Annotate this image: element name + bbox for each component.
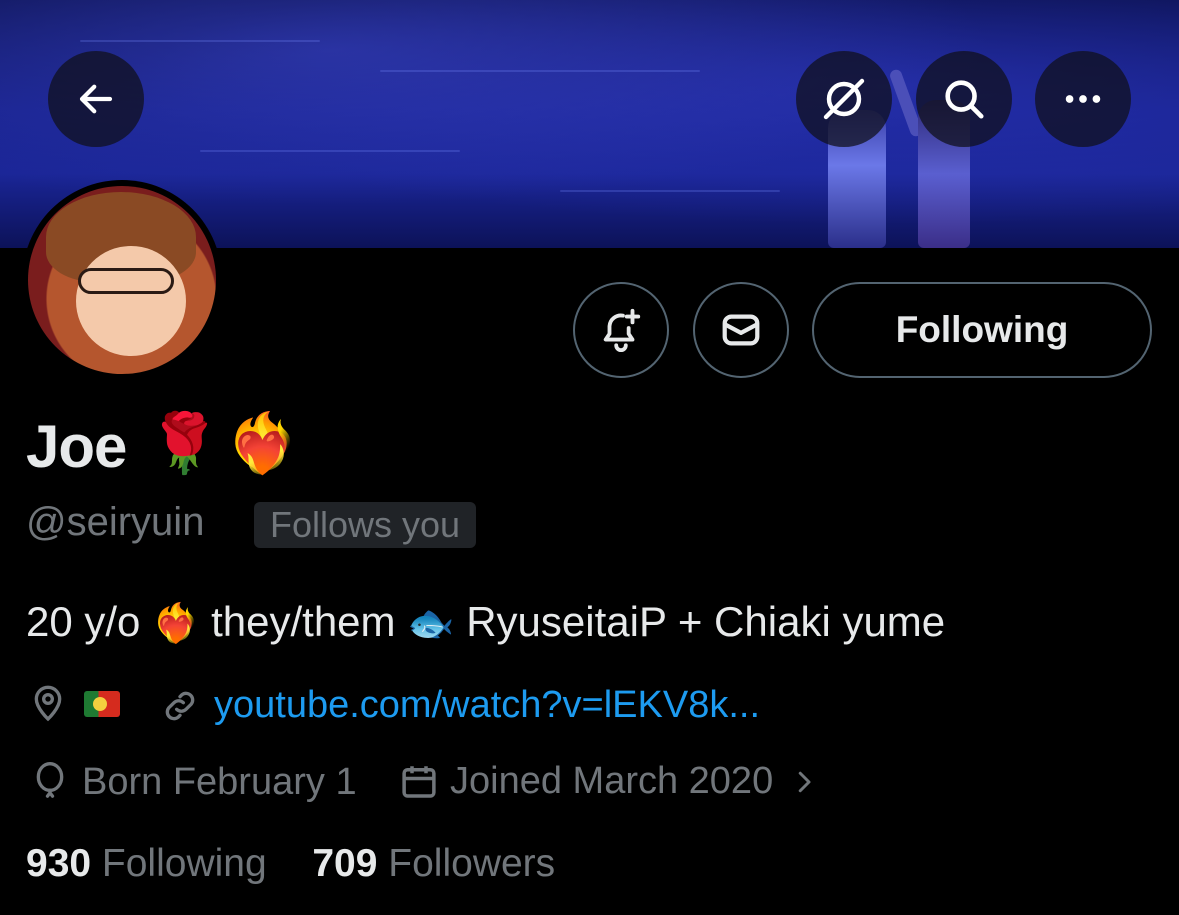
portugal-flag-icon bbox=[84, 691, 120, 717]
arrow-left-icon bbox=[79, 84, 113, 114]
notifications-button[interactable] bbox=[573, 282, 669, 378]
location-row bbox=[28, 684, 120, 724]
follows-you-badge: Follows you bbox=[254, 502, 477, 548]
birthday-text: Born February 1 bbox=[82, 760, 357, 803]
following-count: 930 bbox=[26, 842, 92, 885]
followers-count: 709 bbox=[312, 842, 378, 885]
banner-streak bbox=[560, 190, 780, 192]
calendar-icon bbox=[402, 765, 436, 798]
joined-text: Joined March 2020 bbox=[450, 760, 774, 802]
avatar-glasses bbox=[78, 268, 174, 294]
following-label: Following bbox=[101, 842, 267, 885]
back-button[interactable] bbox=[48, 51, 144, 147]
fish-emoji: 🐟 bbox=[407, 603, 455, 645]
avatar-image bbox=[28, 186, 216, 374]
banner-streak bbox=[200, 150, 460, 152]
envelope-icon bbox=[722, 314, 760, 346]
followers-label: Followers bbox=[388, 842, 556, 885]
bio-pronouns: they/them bbox=[211, 598, 396, 645]
bio-age: 20 y/o bbox=[26, 598, 141, 645]
link-icon bbox=[165, 691, 195, 720]
birthday-row: Born February 1 bbox=[30, 760, 357, 804]
followers-stat[interactable]: 709 Followers bbox=[312, 842, 555, 885]
grok-icon bbox=[823, 78, 865, 120]
banner-streak bbox=[80, 40, 320, 42]
more-icon bbox=[1065, 95, 1101, 103]
avatar[interactable] bbox=[22, 180, 222, 380]
bell-plus-icon bbox=[603, 308, 641, 352]
message-button[interactable] bbox=[693, 282, 789, 378]
website-row[interactable]: youtube.com/watch?v=lEKV8k... bbox=[160, 684, 760, 727]
search-button[interactable] bbox=[916, 51, 1012, 147]
location-pin-icon bbox=[34, 685, 62, 722]
search-icon bbox=[945, 80, 984, 119]
bio: 20 y/o ❤️‍🔥 they/them 🐟 RyuseitaiP + Chi… bbox=[26, 598, 945, 646]
bio-interests: RyuseitaiP + Chiaki yume bbox=[466, 598, 946, 645]
username-handle: @seiryuin bbox=[26, 500, 205, 544]
following-button[interactable]: Following bbox=[812, 282, 1152, 378]
grok-button[interactable] bbox=[796, 51, 892, 147]
heart-on-fire-emoji: ❤️‍🔥 bbox=[226, 411, 299, 476]
joined-row: Joined March 2020 bbox=[398, 760, 819, 803]
chevron-right-icon[interactable] bbox=[789, 765, 819, 799]
balloon-icon bbox=[36, 762, 64, 798]
more-button[interactable] bbox=[1035, 51, 1131, 147]
banner-streak bbox=[380, 70, 700, 72]
heart-on-fire-emoji: ❤️‍🔥 bbox=[152, 603, 200, 645]
display-name: Joe bbox=[26, 413, 127, 480]
following-stat[interactable]: 930 Following bbox=[26, 842, 267, 885]
rose-emoji: 🌹 bbox=[148, 411, 221, 476]
website-link[interactable]: youtube.com/watch?v=lEKV8k... bbox=[214, 684, 760, 727]
follow-stats: 930 Following 709 Followers bbox=[26, 842, 555, 886]
avatar-face bbox=[76, 246, 186, 356]
